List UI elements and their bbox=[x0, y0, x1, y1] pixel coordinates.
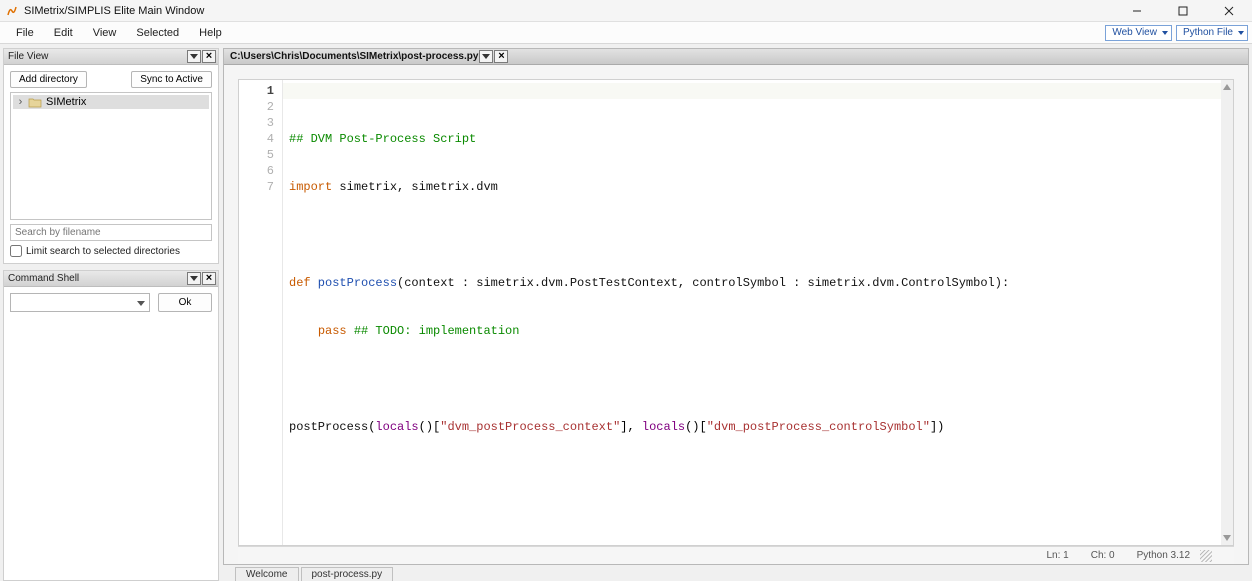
bottom-tabs: Welcome post-process.py bbox=[223, 565, 1249, 581]
tab-welcome[interactable]: Welcome bbox=[235, 567, 299, 581]
menu-edit[interactable]: Edit bbox=[44, 25, 83, 41]
file-view-header: File View bbox=[4, 49, 218, 65]
main-area: File View Add directory Sync to Active ›… bbox=[0, 44, 1252, 581]
webview-dropdown[interactable]: Web View bbox=[1105, 25, 1172, 41]
line-number: 2 bbox=[239, 99, 274, 115]
limit-search-row[interactable]: Limit search to selected directories bbox=[10, 245, 212, 257]
tree-root-label: SIMetrix bbox=[46, 96, 86, 108]
add-directory-button[interactable]: Add directory bbox=[10, 71, 87, 88]
code-token: pass bbox=[318, 324, 347, 338]
limit-search-label: Limit search to selected directories bbox=[26, 246, 180, 257]
file-view-menu-button[interactable] bbox=[187, 50, 201, 63]
code-token: ], bbox=[620, 420, 642, 434]
menu-file[interactable]: File bbox=[6, 25, 44, 41]
file-tree[interactable]: › SIMetrix bbox=[10, 92, 212, 220]
command-input[interactable] bbox=[10, 293, 150, 312]
close-button[interactable] bbox=[1206, 0, 1252, 22]
window-title: SIMetrix/SIMPLIS Elite Main Window bbox=[24, 5, 204, 17]
limit-search-checkbox[interactable] bbox=[10, 245, 22, 257]
command-shell-menu-button[interactable] bbox=[187, 272, 201, 285]
vertical-scrollbar[interactable] bbox=[1221, 80, 1233, 545]
editor-header: C:\Users\Chris\Documents\SIMetrix\post-p… bbox=[224, 49, 1248, 65]
menubar: File Edit View Selected Help Web View Py… bbox=[0, 22, 1252, 44]
editor-statusbar: Ln: 1 Ch: 0 Python 3.12 bbox=[238, 546, 1234, 564]
line-number: 7 bbox=[239, 179, 274, 195]
code-token: ## DVM Post-Process Script bbox=[289, 132, 476, 146]
editor-column: C:\Users\Chris\Documents\SIMetrix\post-p… bbox=[223, 48, 1249, 581]
editor-path: C:\Users\Chris\Documents\SIMetrix\post-p… bbox=[230, 51, 478, 62]
command-shell-panel: Command Shell Ok bbox=[3, 270, 219, 581]
menu-help[interactable]: Help bbox=[189, 25, 232, 41]
resize-grip-icon[interactable] bbox=[1200, 550, 1212, 562]
command-shell-title: Command Shell bbox=[8, 273, 79, 284]
editor-body: 1 2 3 4 5 6 7 ## DVM Post-Process Script… bbox=[224, 65, 1248, 564]
status-char: Ch: 0 bbox=[1091, 550, 1115, 561]
code-token bbox=[289, 324, 318, 338]
code-token: : bbox=[1002, 276, 1009, 290]
code-token: ()[ bbox=[685, 420, 707, 434]
file-view-title: File View bbox=[8, 51, 48, 62]
line-number: 3 bbox=[239, 115, 274, 131]
code-token: locals bbox=[642, 420, 685, 434]
titlebar: SIMetrix/SIMPLIS Elite Main Window bbox=[0, 0, 1252, 22]
menu-selected[interactable]: Selected bbox=[126, 25, 189, 41]
sync-to-active-button[interactable]: Sync to Active bbox=[131, 71, 212, 88]
file-view-panel: File View Add directory Sync to Active ›… bbox=[3, 48, 219, 264]
line-number: 4 bbox=[239, 131, 274, 147]
code-token: postProcess bbox=[311, 276, 397, 290]
file-view-close-button[interactable] bbox=[202, 50, 216, 63]
line-number: 6 bbox=[239, 163, 274, 179]
scroll-up-icon[interactable] bbox=[1221, 80, 1233, 94]
python-file-label: Python File bbox=[1183, 27, 1233, 38]
status-python: Python 3.12 bbox=[1137, 550, 1190, 561]
minimize-button[interactable] bbox=[1114, 0, 1160, 22]
python-file-dropdown[interactable]: Python File bbox=[1176, 25, 1248, 41]
code-token: ]) bbox=[930, 420, 944, 434]
command-shell-close-button[interactable] bbox=[202, 272, 216, 285]
editor-menu-button[interactable] bbox=[479, 50, 493, 63]
maximize-button[interactable] bbox=[1160, 0, 1206, 22]
code-token: "dvm_postProcess_controlSymbol" bbox=[707, 420, 930, 434]
scroll-down-icon[interactable] bbox=[1221, 531, 1233, 545]
code-token: locals bbox=[375, 420, 418, 434]
tab-file[interactable]: post-process.py bbox=[301, 567, 394, 581]
editor-panel: C:\Users\Chris\Documents\SIMetrix\post-p… bbox=[223, 48, 1249, 565]
command-output bbox=[10, 318, 212, 574]
menu-view[interactable]: View bbox=[83, 25, 127, 41]
webview-label: Web View bbox=[1112, 27, 1157, 38]
code-token: def bbox=[289, 276, 311, 290]
expand-icon[interactable]: › bbox=[15, 96, 26, 108]
code-frame: 1 2 3 4 5 6 7 ## DVM Post-Process Script… bbox=[238, 79, 1234, 546]
folder-icon bbox=[28, 96, 42, 108]
line-gutter: 1 2 3 4 5 6 7 bbox=[239, 80, 283, 545]
ok-button[interactable]: Ok bbox=[158, 293, 212, 312]
line-number: 1 bbox=[239, 83, 274, 99]
code-token: ()[ bbox=[419, 420, 441, 434]
app-icon bbox=[6, 5, 18, 17]
code-token: ## TODO: implementation bbox=[347, 324, 520, 338]
line-number: 5 bbox=[239, 147, 274, 163]
code-area[interactable]: ## DVM Post-Process Script import simetr… bbox=[283, 80, 1221, 545]
tree-root-row[interactable]: › SIMetrix bbox=[13, 95, 209, 109]
code-token: "dvm_postProcess_context" bbox=[440, 420, 620, 434]
editor-close-button[interactable] bbox=[494, 50, 508, 63]
command-shell-header: Command Shell bbox=[4, 271, 218, 287]
code-token: (context : simetrix.dvm.PostTestContext,… bbox=[397, 276, 1002, 290]
status-line: Ln: 1 bbox=[1046, 550, 1068, 561]
code-token: postProcess bbox=[289, 420, 368, 434]
code-token: import bbox=[289, 180, 332, 194]
left-column: File View Add directory Sync to Active ›… bbox=[3, 48, 219, 581]
search-input[interactable] bbox=[10, 224, 212, 241]
code-token: simetrix, simetrix.dvm bbox=[332, 180, 498, 194]
